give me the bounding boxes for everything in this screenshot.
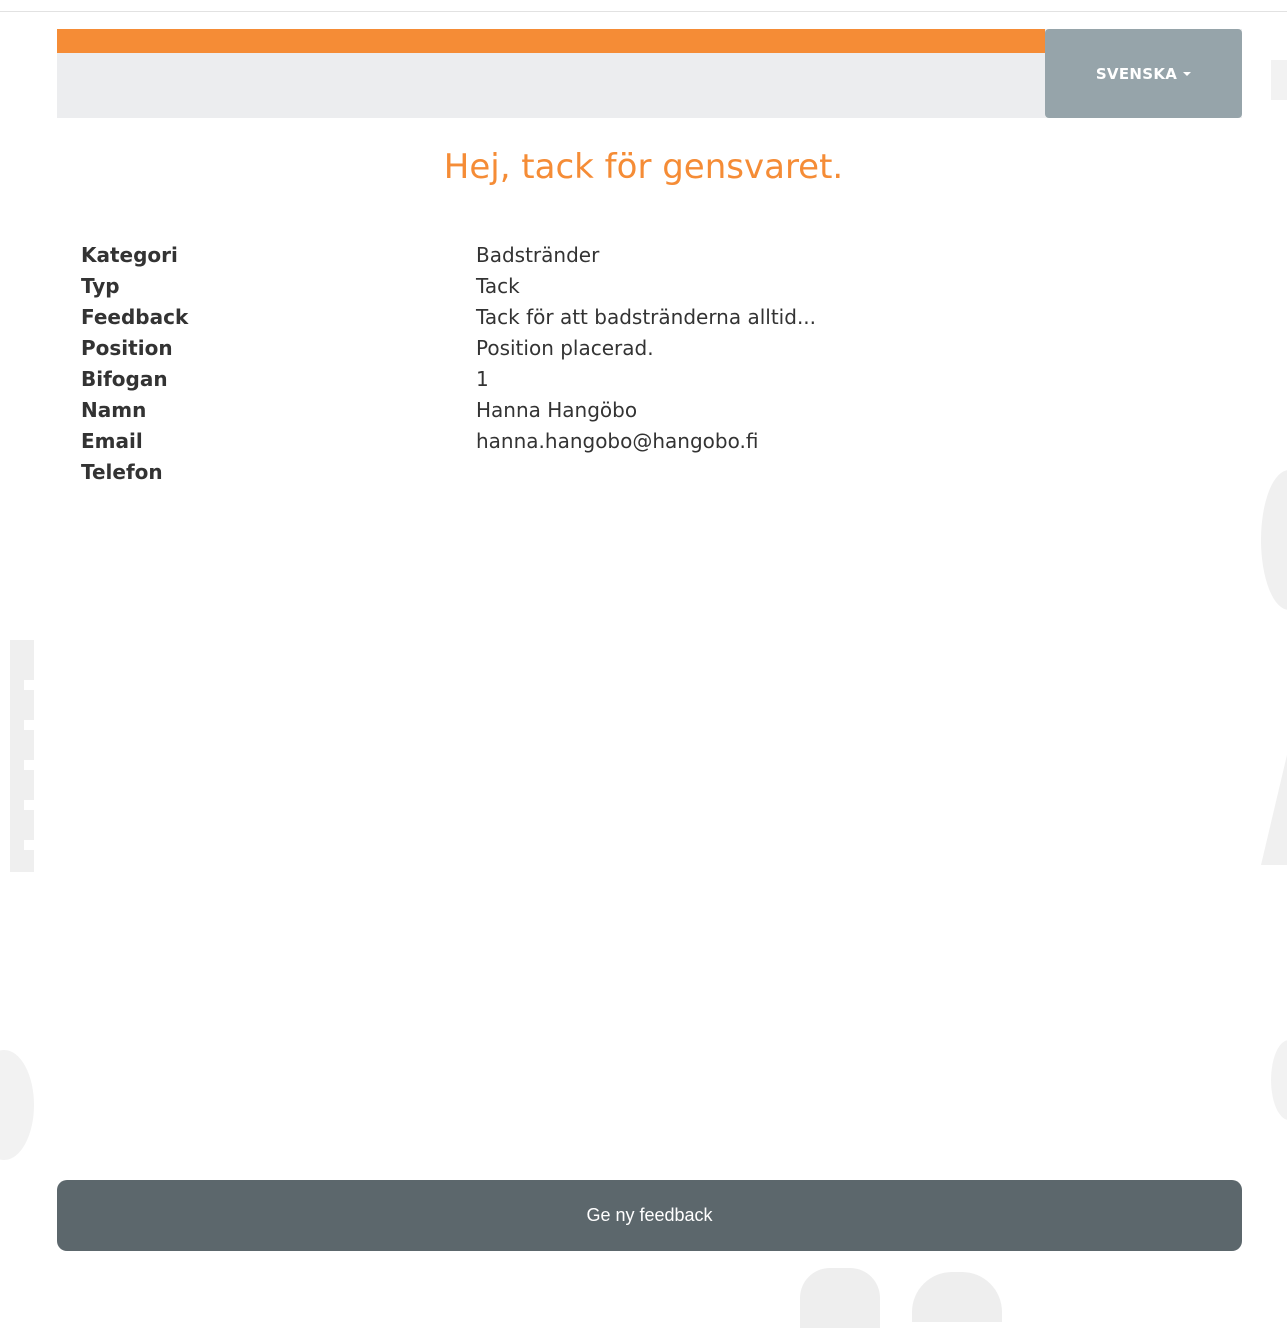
detail-value: Badstränder — [476, 243, 600, 267]
page-title: Hej, tack för gensvaret. — [443, 147, 844, 187]
detail-row-position: Position Position placerad. — [81, 333, 1181, 364]
detail-value: Tack — [476, 274, 520, 298]
detail-value: Tack för att badstränderna alltid... — [476, 305, 817, 329]
detail-value: Position placerad. — [476, 336, 654, 360]
detail-row-bifogan: Bifogan 1 — [81, 364, 1181, 395]
detail-row-typ: Typ Tack — [81, 271, 1181, 302]
background-decoration — [1261, 755, 1287, 865]
detail-row-namn: Namn Hanna Hangöbo — [81, 395, 1181, 426]
top-divider — [0, 0, 1287, 12]
detail-label: Email — [81, 429, 143, 453]
caret-down-icon — [1183, 71, 1192, 76]
detail-row-feedback: Feedback Tack för att badstränderna allt… — [81, 302, 1181, 333]
background-decoration — [1261, 470, 1287, 610]
detail-label: Typ — [81, 274, 120, 298]
detail-label: Bifogan — [81, 367, 168, 391]
detail-label: Feedback — [81, 305, 189, 329]
accent-strip — [57, 29, 1045, 53]
detail-label: Telefon — [81, 460, 163, 484]
detail-row-kategori: Kategori Badstränder — [81, 240, 1181, 271]
language-dropdown-button[interactable]: SVENSKA — [1045, 29, 1242, 118]
detail-row-telefon: Telefon — [81, 457, 1181, 488]
detail-label: Kategori — [81, 243, 178, 267]
background-decoration — [1271, 60, 1287, 100]
detail-row-email: Email hanna.hangobo@hangobo.fi — [81, 426, 1181, 457]
detail-label: Namn — [81, 398, 147, 422]
language-label: SVENSKA — [1095, 64, 1178, 83]
header-bar: SVENSKA — [57, 29, 1242, 118]
detail-value: Hanna Hangöbo — [476, 398, 638, 422]
new-feedback-button[interactable]: Ge ny feedback — [57, 1180, 1242, 1251]
background-decoration — [1271, 1040, 1287, 1120]
detail-label: Position — [81, 336, 173, 360]
detail-value: 1 — [476, 367, 489, 391]
feedback-summary: Kategori Badstränder Typ Tack Feedback T… — [81, 240, 1181, 488]
background-decoration — [10, 640, 44, 872]
background-decoration — [0, 1050, 34, 1160]
new-feedback-label: Ge ny feedback — [586, 1205, 713, 1225]
footprint-decoration — [800, 1268, 880, 1328]
detail-value: hanna.hangobo@hangobo.fi — [476, 429, 759, 453]
